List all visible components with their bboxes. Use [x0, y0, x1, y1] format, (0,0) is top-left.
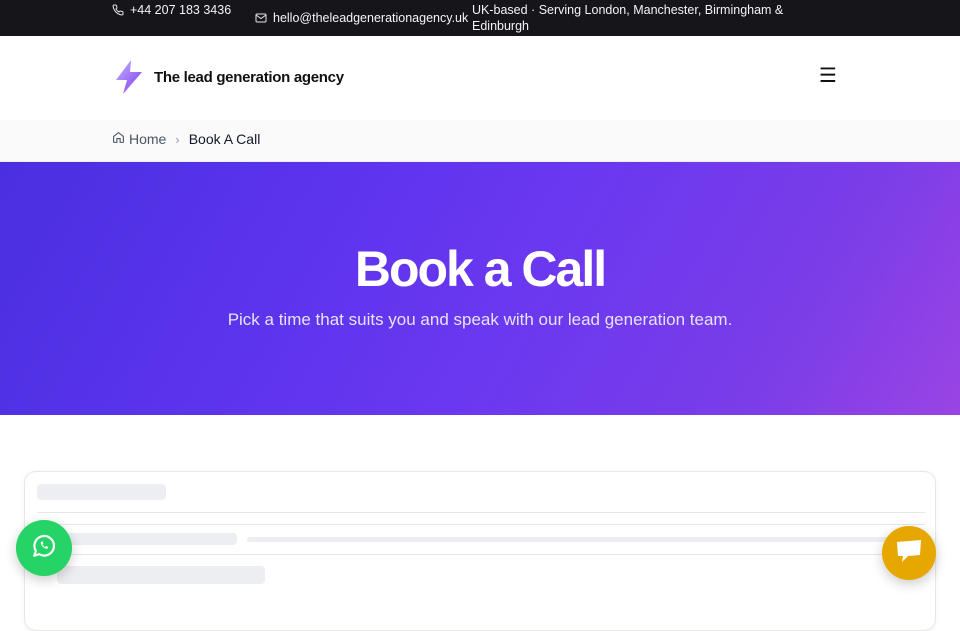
topbar-email-text[interactable]: hello@theleadgenerationagency.uk [273, 10, 468, 26]
skeleton-bar [65, 533, 237, 545]
logo-text: The lead generation agency [154, 68, 344, 86]
hero-subtitle: Pick a time that suits you and speak wit… [227, 310, 733, 329]
chevron-right-icon: › [175, 131, 180, 147]
skeleton-bar [57, 566, 265, 584]
lightning-bolt-icon [112, 58, 146, 96]
divider [37, 512, 925, 513]
page-title: Book a Call [354, 241, 607, 297]
top-info-bar: +44 207 183 3436 hello@theleadgeneration… [0, 0, 960, 36]
whatsapp-icon [31, 533, 57, 564]
topbar-email[interactable]: hello@theleadgenerationagency.uk [255, 10, 468, 26]
divider [37, 524, 925, 525]
booking-widget-card [24, 471, 936, 631]
breadcrumb-home-label[interactable]: Home [129, 131, 166, 147]
topbar-phone[interactable]: +44 207 183 3436 [112, 2, 232, 18]
breadcrumb-home-link[interactable]: Home [112, 131, 166, 147]
hamburger-menu-icon[interactable]: ☰ [816, 66, 840, 86]
topbar-location: UK-based · Serving London, Manchester, B… [472, 2, 802, 34]
chat-button[interactable] [882, 526, 936, 580]
site-header: The lead generation agency ☰ [0, 36, 960, 120]
skeleton-bar [247, 537, 911, 542]
whatsapp-button[interactable] [16, 520, 72, 576]
home-icon [112, 131, 125, 147]
phone-icon [112, 4, 124, 16]
topbar-location-text: UK-based · Serving London, Manchester, B… [472, 3, 784, 33]
logo[interactable]: The lead generation agency [112, 58, 344, 96]
skeleton-bar [37, 484, 166, 500]
hero-banner: Book a Call Pick a time that suits you a… [0, 162, 960, 415]
topbar-phone-text[interactable]: +44 207 183 3436 [130, 2, 231, 18]
breadcrumb-current: Book A Call [188, 131, 261, 147]
breadcrumb: Home › Book A Call [0, 120, 960, 162]
divider [37, 554, 925, 555]
mail-icon [255, 12, 267, 24]
chat-icon [894, 538, 924, 569]
